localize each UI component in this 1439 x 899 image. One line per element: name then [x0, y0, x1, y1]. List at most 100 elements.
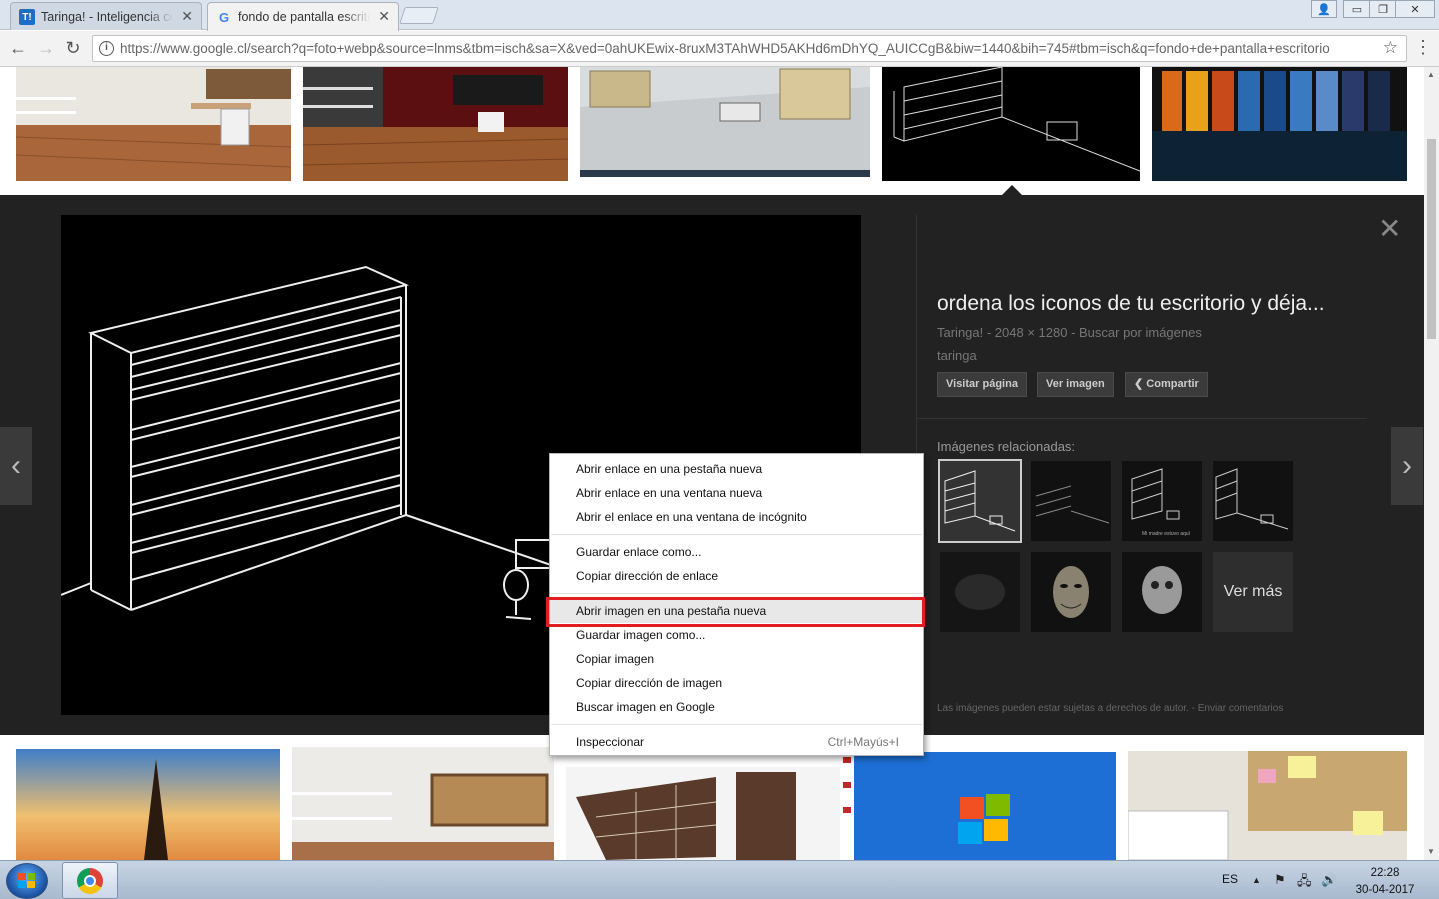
menu-item-copy-image-address[interactable]: Copiar dirección de imagen: [550, 671, 923, 695]
taskbar-chrome-button[interactable]: [62, 862, 118, 899]
scroll-down-icon[interactable]: ▼: [1427, 847, 1435, 856]
reload-button[interactable]: ↻: [63, 39, 83, 59]
scroll-up-icon[interactable]: ▲: [1427, 70, 1435, 79]
url-text[interactable]: https://www.google.cl/search?q=foto+webp…: [120, 41, 1375, 56]
bookshelf-thumb-image: [944, 470, 1016, 532]
mask-face-image: [1031, 552, 1111, 632]
site-info-icon[interactable]: i: [99, 41, 114, 56]
start-button[interactable]: [6, 863, 48, 899]
new-tab-button[interactable]: [399, 7, 439, 24]
tab-title: fondo de pantalla escritorio: [238, 10, 370, 24]
result-image-eiffel[interactable]: [16, 749, 280, 860]
bookshelf-thumb-image: [1035, 485, 1110, 524]
result-image-wood-shelves[interactable]: [566, 767, 840, 860]
result-image-windows7[interactable]: [840, 752, 1116, 860]
related-image-2[interactable]: [1031, 461, 1111, 541]
result-image-corkboard[interactable]: [1128, 751, 1407, 860]
divider: [917, 418, 1367, 419]
menu-item-label: Inspeccionar: [576, 735, 645, 749]
system-clock[interactable]: 22:28 30-04-2017: [1352, 865, 1418, 899]
clock-time: 22:28: [1370, 867, 1400, 879]
image-meta: Taringa! - 2048 × 1280 - Buscar por imág…: [937, 325, 1202, 340]
keyboard-shortcut: Ctrl+Mayús+I: [827, 735, 899, 749]
related-image-3[interactable]: Mi madre estuvo aquí: [1122, 461, 1202, 541]
menu-item-copy-image[interactable]: Copiar imagen: [550, 647, 923, 671]
previous-image-button[interactable]: ‹: [0, 427, 32, 505]
tab-title: Taringa! - Inteligencia colectiva: [41, 9, 173, 24]
menu-item-inspect[interactable]: Inspeccionar Ctrl+Mayús+I: [550, 730, 923, 754]
result-image-office-2[interactable]: [303, 67, 568, 181]
share-label: Compartir: [1146, 378, 1199, 390]
bookshelf-line-art-image: [893, 67, 1140, 172]
bookshelf-thumb-image: [1215, 468, 1289, 530]
address-bar[interactable]: i https://www.google.cl/search?q=foto+we…: [92, 35, 1407, 62]
result-image-desktop-3d[interactable]: [580, 67, 870, 177]
related-image-6[interactable]: [1031, 552, 1111, 632]
view-image-button[interactable]: Ver imagen: [1037, 372, 1114, 397]
tab-close-icon[interactable]: ✕: [181, 8, 193, 25]
forward-button[interactable]: →: [36, 39, 56, 59]
language-indicator[interactable]: ES: [1222, 872, 1238, 886]
profile-icon[interactable]: 👤: [1311, 0, 1337, 18]
show-hidden-icons-icon[interactable]: ▲: [1252, 875, 1261, 885]
chrome-logo-icon: [77, 868, 103, 894]
tab-strip: T! Taringa! - Inteligencia colectiva ✕ G…: [0, 0, 1439, 31]
result-image-office-1[interactable]: [16, 67, 291, 181]
corkboard-notes-image: [1128, 751, 1407, 860]
network-icon[interactable]: 🖧: [1297, 872, 1312, 894]
google-favicon-icon: G: [218, 9, 230, 25]
menu-item-open-link-incognito[interactable]: Abrir el enlace en una ventana de incógn…: [550, 505, 923, 529]
bookmark-star-icon[interactable]: ☆: [1383, 38, 1398, 58]
bookshelf-thumb-image: Mi madre estuvo aquí: [1131, 468, 1191, 537]
tab-close-icon[interactable]: ✕: [378, 8, 390, 25]
share-icon: ❮: [1134, 378, 1144, 390]
related-image-4[interactable]: [1213, 461, 1293, 541]
image-title[interactable]: ordena los iconos de tu escritorio y déj…: [937, 292, 1377, 316]
copyright-notice[interactable]: Las imágenes pueden estar sujetas a dere…: [937, 703, 1283, 714]
image-info-pane: ordena los iconos de tu escritorio y déj…: [916, 215, 1424, 715]
browser-toolbar: ← → ↻ i https://www.google.cl/search?q=f…: [0, 31, 1439, 67]
tab-taringa[interactable]: T! Taringa! - Inteligencia colectiva ✕: [10, 2, 202, 30]
page-scrollbar[interactable]: ▲ ▼: [1424, 67, 1439, 860]
annotation-highlight-box: [546, 597, 925, 627]
chevron-left-icon: ‹: [11, 449, 21, 482]
office-room-image: [16, 67, 291, 181]
menu-item-copy-link-address[interactable]: Copiar dirección de enlace: [550, 564, 923, 588]
landscape-strips-image: [1152, 67, 1407, 181]
red-wall-office-image: [303, 67, 568, 181]
volume-icon[interactable]: 🔊: [1321, 872, 1337, 888]
windows-logo-icon: [18, 873, 35, 888]
related-image-7[interactable]: [1122, 552, 1202, 632]
related-image-1[interactable]: [938, 459, 1022, 543]
menu-item-search-image-google[interactable]: Buscar imagen en Google: [550, 695, 923, 719]
close-window-button[interactable]: ✕: [1395, 0, 1435, 18]
wooden-shelves-image: [566, 767, 840, 860]
taringa-favicon-icon: T!: [19, 9, 35, 25]
action-center-flag-icon[interactable]: ⚑: [1274, 872, 1286, 888]
back-button[interactable]: ←: [8, 39, 28, 59]
result-image-office-cork[interactable]: [292, 747, 554, 860]
menu-divider: [551, 534, 922, 535]
browser-menu-icon[interactable]: ⋮: [1414, 38, 1432, 56]
minimize-button[interactable]: ▭: [1343, 0, 1371, 18]
tab-google-images[interactable]: G fondo de pantalla escritorio ✕: [207, 2, 399, 31]
windows-desktop-image: [840, 752, 1116, 860]
scrollbar-thumb[interactable]: [1427, 139, 1436, 339]
image-domain[interactable]: taringa: [937, 348, 977, 363]
menu-item-open-link-new-tab[interactable]: Abrir enlace en una pestaña nueva: [550, 457, 923, 481]
menu-divider: [551, 724, 922, 725]
menu-item-open-link-new-window[interactable]: Abrir enlace en una ventana nueva: [550, 481, 923, 505]
related-image-caption: Mi madre estuvo aquí: [1142, 531, 1191, 537]
share-button[interactable]: ❮ Compartir: [1125, 372, 1208, 397]
clock-date: 30-04-2017: [1355, 884, 1415, 896]
menu-item-save-link-as[interactable]: Guardar enlace como...: [550, 540, 923, 564]
more-images-button[interactable]: Ver más: [1213, 552, 1293, 632]
creature-face-image: [1122, 552, 1202, 632]
visit-page-button[interactable]: Visitar página: [937, 372, 1027, 397]
related-images-label: Imágenes relacionadas:: [937, 439, 1076, 454]
restore-button[interactable]: ❐: [1369, 0, 1397, 18]
result-image-bookshelf-dark[interactable]: [882, 67, 1140, 181]
windows-taskbar: ES ▲ ⚑ 🖧 🔊 22:28 30-04-2017: [0, 860, 1439, 899]
result-image-landscapes[interactable]: [1152, 67, 1407, 181]
related-image-5[interactable]: [940, 552, 1020, 632]
